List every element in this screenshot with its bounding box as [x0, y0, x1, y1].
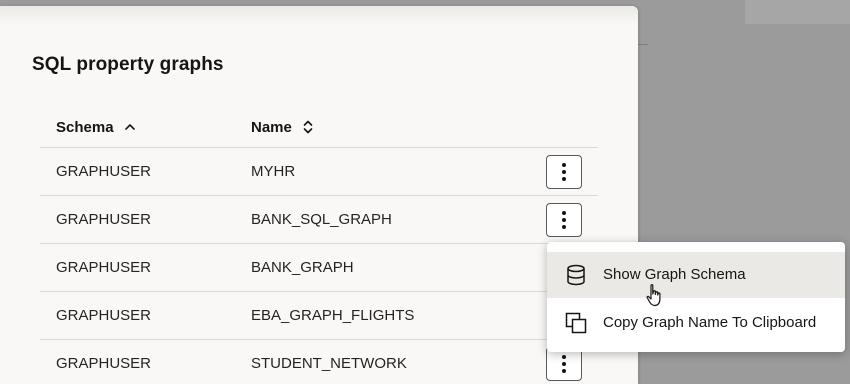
cell-schema: GRAPHUSER [56, 163, 152, 180]
cell-schema: GRAPHUSER [56, 307, 152, 324]
copy-icon [565, 312, 587, 334]
cell-name: STUDENT_NETWORK [251, 355, 407, 372]
cell-name: MYHR [251, 163, 296, 180]
table-row: GRAPHUSER BANK_GRAPH [40, 243, 598, 291]
hand-pointer-cursor-icon [645, 283, 665, 309]
menu-item-label: Copy Graph Name To Clipboard [603, 314, 817, 331]
cell-name: BANK_GRAPH [251, 259, 354, 276]
sort-updown-icon [302, 119, 314, 135]
row-context-menu: Show Graph Schema Copy Graph Name To Cli… [547, 242, 845, 352]
column-header-label: Name [251, 118, 292, 136]
background-app-strip [745, 0, 850, 24]
cell-schema: GRAPHUSER [56, 259, 152, 276]
menu-item-label: Show Graph Schema [603, 266, 746, 283]
cell-schema: GRAPHUSER [56, 211, 152, 228]
kebab-menu-icon [562, 211, 566, 229]
column-header-name[interactable]: Name [251, 112, 314, 142]
graphs-table-body: GRAPHUSER MYHR GRAPHUSER BANK_SQL_GRAPH … [40, 147, 598, 384]
database-icon [565, 264, 587, 286]
row-actions-button[interactable] [546, 203, 582, 237]
column-header-schema[interactable]: Schema [56, 112, 136, 142]
menu-item-show-graph-schema[interactable]: Show Graph Schema [547, 252, 845, 298]
table-row: GRAPHUSER STUDENT_NETWORK [40, 339, 598, 384]
column-header-label: Schema [56, 118, 114, 136]
table-row: GRAPHUSER EBA_GRAPH_FLIGHTS [40, 291, 598, 339]
property-graphs-panel: SQL property graphs Schema Name GRAPHUSE… [0, 6, 638, 384]
kebab-menu-icon [562, 163, 566, 181]
menu-item-copy-graph-name[interactable]: Copy Graph Name To Clipboard [547, 300, 845, 346]
row-actions-button[interactable] [546, 347, 582, 381]
panel-title: SQL property graphs [32, 54, 224, 75]
kebab-menu-icon [562, 355, 566, 373]
row-actions-button[interactable] [546, 155, 582, 189]
cell-name: BANK_SQL_GRAPH [251, 211, 392, 228]
cell-name: EBA_GRAPH_FLIGHTS [251, 307, 415, 324]
cell-schema: GRAPHUSER [56, 355, 152, 372]
table-row: GRAPHUSER MYHR [40, 147, 598, 195]
table-row: GRAPHUSER BANK_SQL_GRAPH [40, 195, 598, 243]
chevron-up-icon [124, 121, 136, 133]
panel-top-edge [0, 6, 638, 26]
